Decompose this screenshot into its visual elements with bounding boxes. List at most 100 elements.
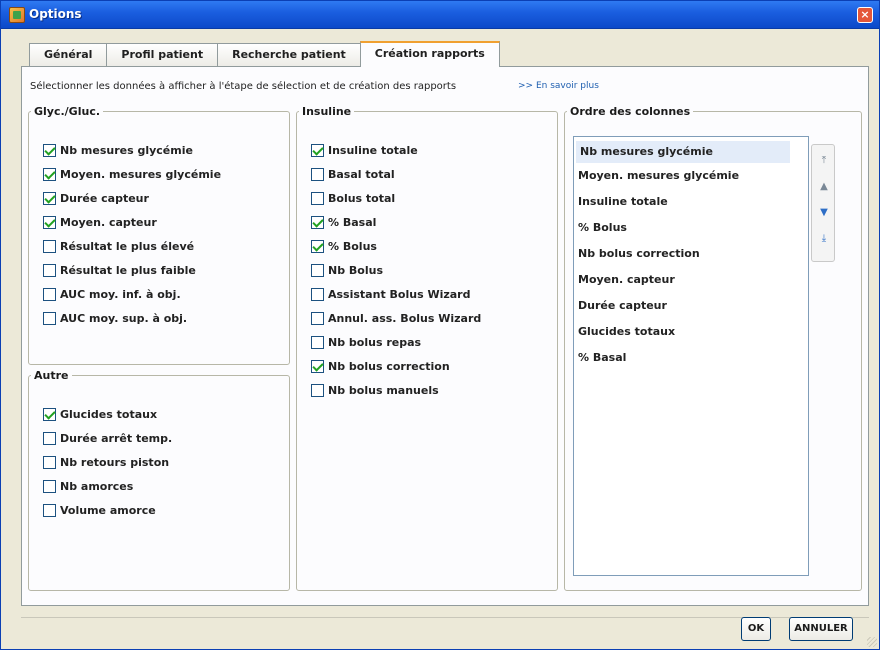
checkbox[interactable] bbox=[311, 167, 324, 181]
checkbox[interactable] bbox=[43, 431, 56, 445]
checkbox[interactable] bbox=[43, 455, 56, 469]
checkbox-row-insuline-totale[interactable]: Insuline totale bbox=[311, 138, 481, 162]
checkbox-label: AUC moy. inf. à obj. bbox=[60, 287, 181, 301]
checkbox[interactable] bbox=[43, 287, 56, 301]
checkbox-label: Nb Bolus bbox=[328, 263, 383, 277]
checkbox-row-annul-ass-bolus-wizard[interactable]: Annul. ass. Bolus Wizard bbox=[311, 306, 481, 330]
checkbox-row-duree-arret-temp[interactable]: Durée arrêt temp. bbox=[43, 426, 172, 450]
checkbox[interactable] bbox=[311, 215, 324, 229]
checkbox[interactable] bbox=[43, 407, 56, 421]
checkbox-label: Assistant Bolus Wizard bbox=[328, 287, 471, 301]
checkbox[interactable] bbox=[311, 383, 324, 397]
checkbox-row-basal-total[interactable]: Basal total bbox=[311, 162, 481, 186]
order-list-item[interactable]: Nb bolus correction bbox=[574, 241, 808, 267]
ok-button[interactable]: OK bbox=[741, 617, 771, 641]
move-bottom-icon[interactable]: ⤓ bbox=[816, 231, 832, 247]
group-glyc-legend: Glyc./Gluc. bbox=[34, 105, 101, 118]
close-icon[interactable]: × bbox=[857, 7, 873, 23]
cancel-button[interactable]: ANNULER bbox=[789, 617, 853, 641]
checkbox[interactable] bbox=[43, 191, 56, 205]
tab-creation-rapports[interactable]: Création rapports bbox=[359, 41, 500, 67]
move-top-icon[interactable]: ⤒ bbox=[816, 153, 832, 169]
checkbox[interactable] bbox=[311, 359, 324, 373]
checkbox-row-nb-retours-piston[interactable]: Nb retours piston bbox=[43, 450, 172, 474]
checkbox[interactable] bbox=[43, 311, 56, 325]
resize-grip[interactable] bbox=[867, 637, 877, 647]
checkbox-row-pct-bolus[interactable]: % Bolus bbox=[311, 234, 481, 258]
tab-profil-patient[interactable]: Profil patient bbox=[106, 43, 219, 67]
order-list-item[interactable]: Insuline totale bbox=[574, 189, 808, 215]
checkbox[interactable] bbox=[311, 335, 324, 349]
order-list-item[interactable]: Durée capteur bbox=[574, 293, 808, 319]
checkbox-label: % Bolus bbox=[328, 239, 377, 253]
column-order-list[interactable]: Nb mesures glycémie Moyen. mesures glycém… bbox=[573, 136, 809, 576]
title-bar[interactable]: Options × bbox=[1, 1, 879, 29]
checkbox-label: Nb retours piston bbox=[60, 455, 170, 469]
order-list-item[interactable]: Moyen. capteur bbox=[574, 267, 808, 293]
tab-recherche-patient[interactable]: Recherche patient bbox=[217, 43, 361, 67]
checkbox[interactable] bbox=[311, 239, 324, 253]
options-window: Options × Général Profil patient Recherc… bbox=[0, 0, 880, 650]
group-glyc-gluc: Glyc./Gluc. Nb mesures glycémie Moyen. me… bbox=[28, 105, 290, 365]
checkbox-row-resultat-le-plus-eleve[interactable]: Résultat le plus élevé bbox=[43, 234, 221, 258]
learn-more-link[interactable]: >> En savoir plus bbox=[518, 81, 599, 91]
group-insuline: Insuline Insuline totale Basal total Bolus… bbox=[296, 105, 558, 591]
checkbox-label: Nb bolus repas bbox=[328, 335, 422, 349]
checkbox-row-auc-moy-sup-a-obj[interactable]: AUC moy. sup. à obj. bbox=[43, 306, 221, 330]
move-down-icon[interactable]: ▼ bbox=[816, 205, 832, 221]
checkbox[interactable] bbox=[311, 263, 324, 277]
group-autre-legend: Autre bbox=[34, 369, 69, 382]
group-ordre-legend: Ordre des colonnes bbox=[570, 105, 691, 118]
checkbox[interactable] bbox=[43, 503, 56, 517]
checkbox-row-assistant-bolus-wizard[interactable]: Assistant Bolus Wizard bbox=[311, 282, 481, 306]
order-list-item[interactable]: Moyen. mesures glycémie bbox=[574, 163, 808, 189]
order-list-item[interactable]: Nb mesures glycémie bbox=[576, 141, 790, 163]
checkbox-row-duree-capteur[interactable]: Durée capteur bbox=[43, 186, 221, 210]
checkbox-row-nb-bolus-repas[interactable]: Nb bolus repas bbox=[311, 330, 481, 354]
checkbox-row-pct-basal[interactable]: % Basal bbox=[311, 210, 481, 234]
checkbox-row-moyen-capteur[interactable]: Moyen. capteur bbox=[43, 210, 221, 234]
checkbox-row-nb-bolus[interactable]: Nb Bolus bbox=[311, 258, 481, 282]
checkbox[interactable] bbox=[311, 287, 324, 301]
checkbox-label: Annul. ass. Bolus Wizard bbox=[328, 311, 482, 325]
checkbox-row-nb-bolus-correction[interactable]: Nb bolus correction bbox=[311, 354, 481, 378]
checkbox-row-moyen-mesures-glycemie[interactable]: Moyen. mesures glycémie bbox=[43, 162, 221, 186]
checkbox-row-resultat-le-plus-faible[interactable]: Résultat le plus faible bbox=[43, 258, 221, 282]
checkbox-label: Résultat le plus faible bbox=[60, 263, 196, 277]
order-controls: ⤒ ▲ ▼ ⤓ bbox=[811, 144, 835, 262]
checkbox[interactable] bbox=[311, 311, 324, 325]
autre-checkbox-list: Glucides totaux Durée arrêt temp. Nb retou… bbox=[43, 402, 172, 522]
checkbox[interactable] bbox=[43, 239, 56, 253]
group-insuline-legend: Insuline bbox=[302, 105, 352, 118]
move-up-icon[interactable]: ▲ bbox=[816, 179, 832, 195]
checkbox-label: Bolus total bbox=[328, 191, 396, 205]
group-autre: Autre Glucides totaux Durée arrêt temp. Nb… bbox=[28, 369, 290, 591]
tab-strip: Général Profil patient Recherche patient… bbox=[29, 41, 500, 67]
checkbox-row-auc-moy-inf-a-obj[interactable]: AUC moy. inf. à obj. bbox=[43, 282, 221, 306]
checkbox-row-nb-mesures-glycemie[interactable]: Nb mesures glycémie bbox=[43, 138, 221, 162]
checkbox-label: Nb bolus manuels bbox=[328, 383, 439, 397]
checkbox-row-nb-bolus-manuels[interactable]: Nb bolus manuels bbox=[311, 378, 481, 402]
checkbox-label: Nb mesures glycémie bbox=[60, 143, 193, 157]
tab-panel-creation-rapports: Sélectionner les données à afficher à l'… bbox=[21, 66, 869, 606]
checkbox[interactable] bbox=[43, 143, 56, 157]
checkbox[interactable] bbox=[43, 215, 56, 229]
checkbox[interactable] bbox=[311, 143, 324, 157]
checkbox-label: Insuline totale bbox=[328, 143, 418, 157]
checkbox[interactable] bbox=[43, 167, 56, 181]
checkbox-label: Résultat le plus élevé bbox=[60, 239, 195, 253]
checkbox-row-glucides-totaux[interactable]: Glucides totaux bbox=[43, 402, 172, 426]
insuline-checkbox-list: Insuline totale Basal total Bolus total % B… bbox=[311, 138, 481, 402]
dialog-body: Général Profil patient Recherche patient… bbox=[9, 31, 873, 643]
order-list-item[interactable]: % Bolus bbox=[574, 215, 808, 241]
checkbox[interactable] bbox=[43, 263, 56, 277]
checkbox-label: Volume amorce bbox=[60, 503, 156, 517]
checkbox-row-nb-amorces[interactable]: Nb amorces bbox=[43, 474, 172, 498]
order-list-item[interactable]: Glucides totaux bbox=[574, 319, 808, 345]
checkbox[interactable] bbox=[43, 479, 56, 493]
checkbox-row-volume-amorce[interactable]: Volume amorce bbox=[43, 498, 172, 522]
tab-general[interactable]: Général bbox=[29, 43, 108, 67]
checkbox[interactable] bbox=[311, 191, 324, 205]
order-list-item[interactable]: % Basal bbox=[574, 345, 808, 371]
checkbox-row-bolus-total[interactable]: Bolus total bbox=[311, 186, 481, 210]
